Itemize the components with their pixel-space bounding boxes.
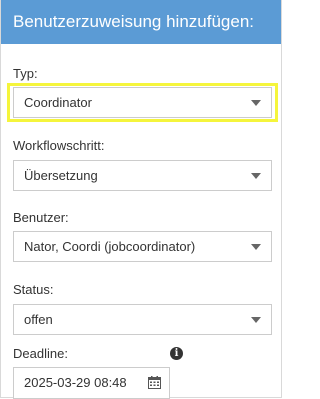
deadline-value: 2025-03-29 08:48 (24, 375, 127, 390)
workflow-step-label: Workflowschritt: (13, 138, 105, 153)
chevron-down-icon (251, 317, 261, 323)
user-label: Benutzer: (13, 210, 69, 225)
deadline-input[interactable]: 2025-03-29 08:48 (13, 367, 170, 399)
calendar-icon[interactable] (148, 376, 161, 389)
deadline-label: Deadline: (13, 346, 68, 361)
status-select-value: offen (24, 312, 53, 327)
status-label: Status: (13, 282, 54, 297)
user-select[interactable]: Nator, Coordi (jobcoordinator) (13, 231, 272, 262)
user-select-value: Nator, Coordi (jobcoordinator) (24, 239, 196, 254)
assignment-panel: Benutzerzuweisung hinzufügen: Typ: Coord… (0, 0, 282, 399)
status-select[interactable]: offen (13, 304, 272, 335)
workflow-step-select[interactable]: Übersetzung (13, 160, 272, 191)
type-select-value: Coordinator (24, 95, 92, 110)
type-label: Typ: (13, 66, 38, 81)
chevron-down-icon (251, 100, 261, 106)
workflow-step-select-value: Übersetzung (24, 168, 98, 183)
chevron-down-icon (251, 173, 261, 179)
panel-title: Benutzerzuweisung hinzufügen: (1, 0, 281, 44)
chevron-down-icon (251, 244, 261, 250)
info-icon[interactable]: i (170, 347, 183, 360)
type-select[interactable]: Coordinator (13, 87, 272, 118)
